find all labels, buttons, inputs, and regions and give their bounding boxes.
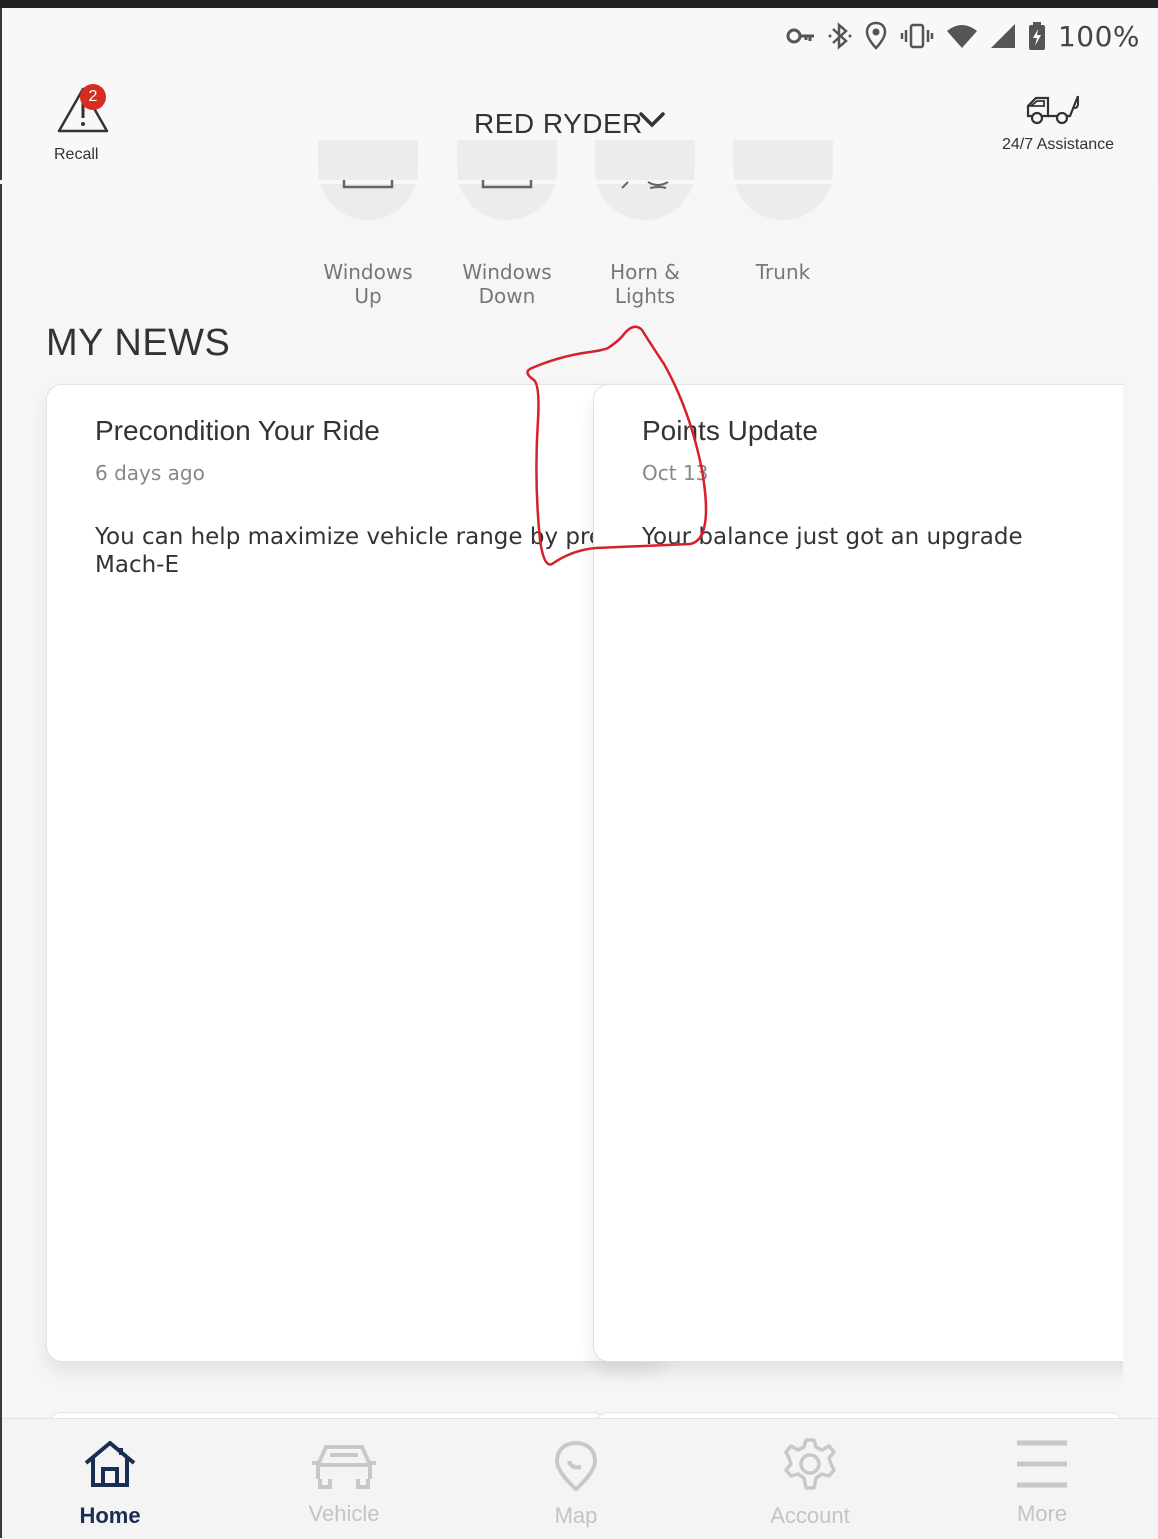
tow-truck-icon [1026,95,1080,125]
cell-signal-icon [990,24,1015,48]
recall-count-badge: 2 [80,84,106,110]
news-card-date: 6 days ago [95,461,205,485]
menu-icon [1017,1440,1067,1488]
vpn-key-icon [786,28,814,44]
nav-label: Vehicle [308,1501,380,1526]
device-left-edge [0,8,2,1538]
app-header: 2 Recall RED RYDER 24/7 Assistance [2,64,1158,180]
news-card-points[interactable]: Points Update Oct 13 Your balance just g… [593,384,1155,1362]
horn-icon [621,181,669,189]
recall-label: Recall [54,146,99,163]
windows-up-label: Windows Up [323,260,413,308]
bluetooth-icon [828,22,852,50]
window-up-icon [342,180,394,189]
news-card-precondition[interactable]: Precondition Your Ride 6 days ago You ca… [46,384,668,1362]
nav-home[interactable]: Home [30,1419,190,1539]
nav-map[interactable]: Map [496,1419,656,1539]
news-card-title: Precondition Your Ride [95,415,380,446]
home-icon [84,1441,136,1487]
nav-more[interactable]: More [962,1419,1122,1539]
nav-label: Account [770,1503,850,1528]
status-bar: 100% [2,8,1158,64]
nav-label: More [1016,1501,1068,1526]
nav-account[interactable]: Account [730,1419,890,1539]
battery-percentage: 100% [1057,19,1140,53]
news-card-body: Your balance just got an upgrade [642,524,1023,550]
header-divider [0,180,1158,184]
vibrate-icon [900,23,934,49]
card-clip-edge [1123,380,1158,1420]
nav-label: Home [79,1503,141,1528]
news-card-title: Points Update [642,415,818,446]
window-down-icon [481,180,533,189]
nav-vehicle[interactable]: Vehicle [264,1419,424,1539]
wifi-icon [946,25,977,48]
chevron-down-icon [639,112,665,128]
bottom-nav: Home Vehicle Map Account More [2,1418,1158,1539]
horn-lights-label: Horn & Lights [610,260,680,308]
battery-charging-icon [1028,22,1045,50]
vehicle-name: RED RYDER [474,108,643,139]
assistance-label: 24/7 Assistance [1002,136,1115,153]
news-card-date: Oct 13 [642,461,709,485]
map-pin-icon [554,1440,598,1492]
trunk-label: Trunk [755,260,811,284]
windows-down-label: Windows Down [462,260,552,308]
device-top-edge [0,0,1158,8]
location-icon [865,21,887,50]
my-news-heading: MY NEWS [46,322,231,364]
nav-label: Map [554,1503,598,1528]
news-card-body: You can help maximize vehicle range by p… [95,524,604,578]
car-icon [312,1445,376,1489]
gear-icon [784,1438,836,1490]
